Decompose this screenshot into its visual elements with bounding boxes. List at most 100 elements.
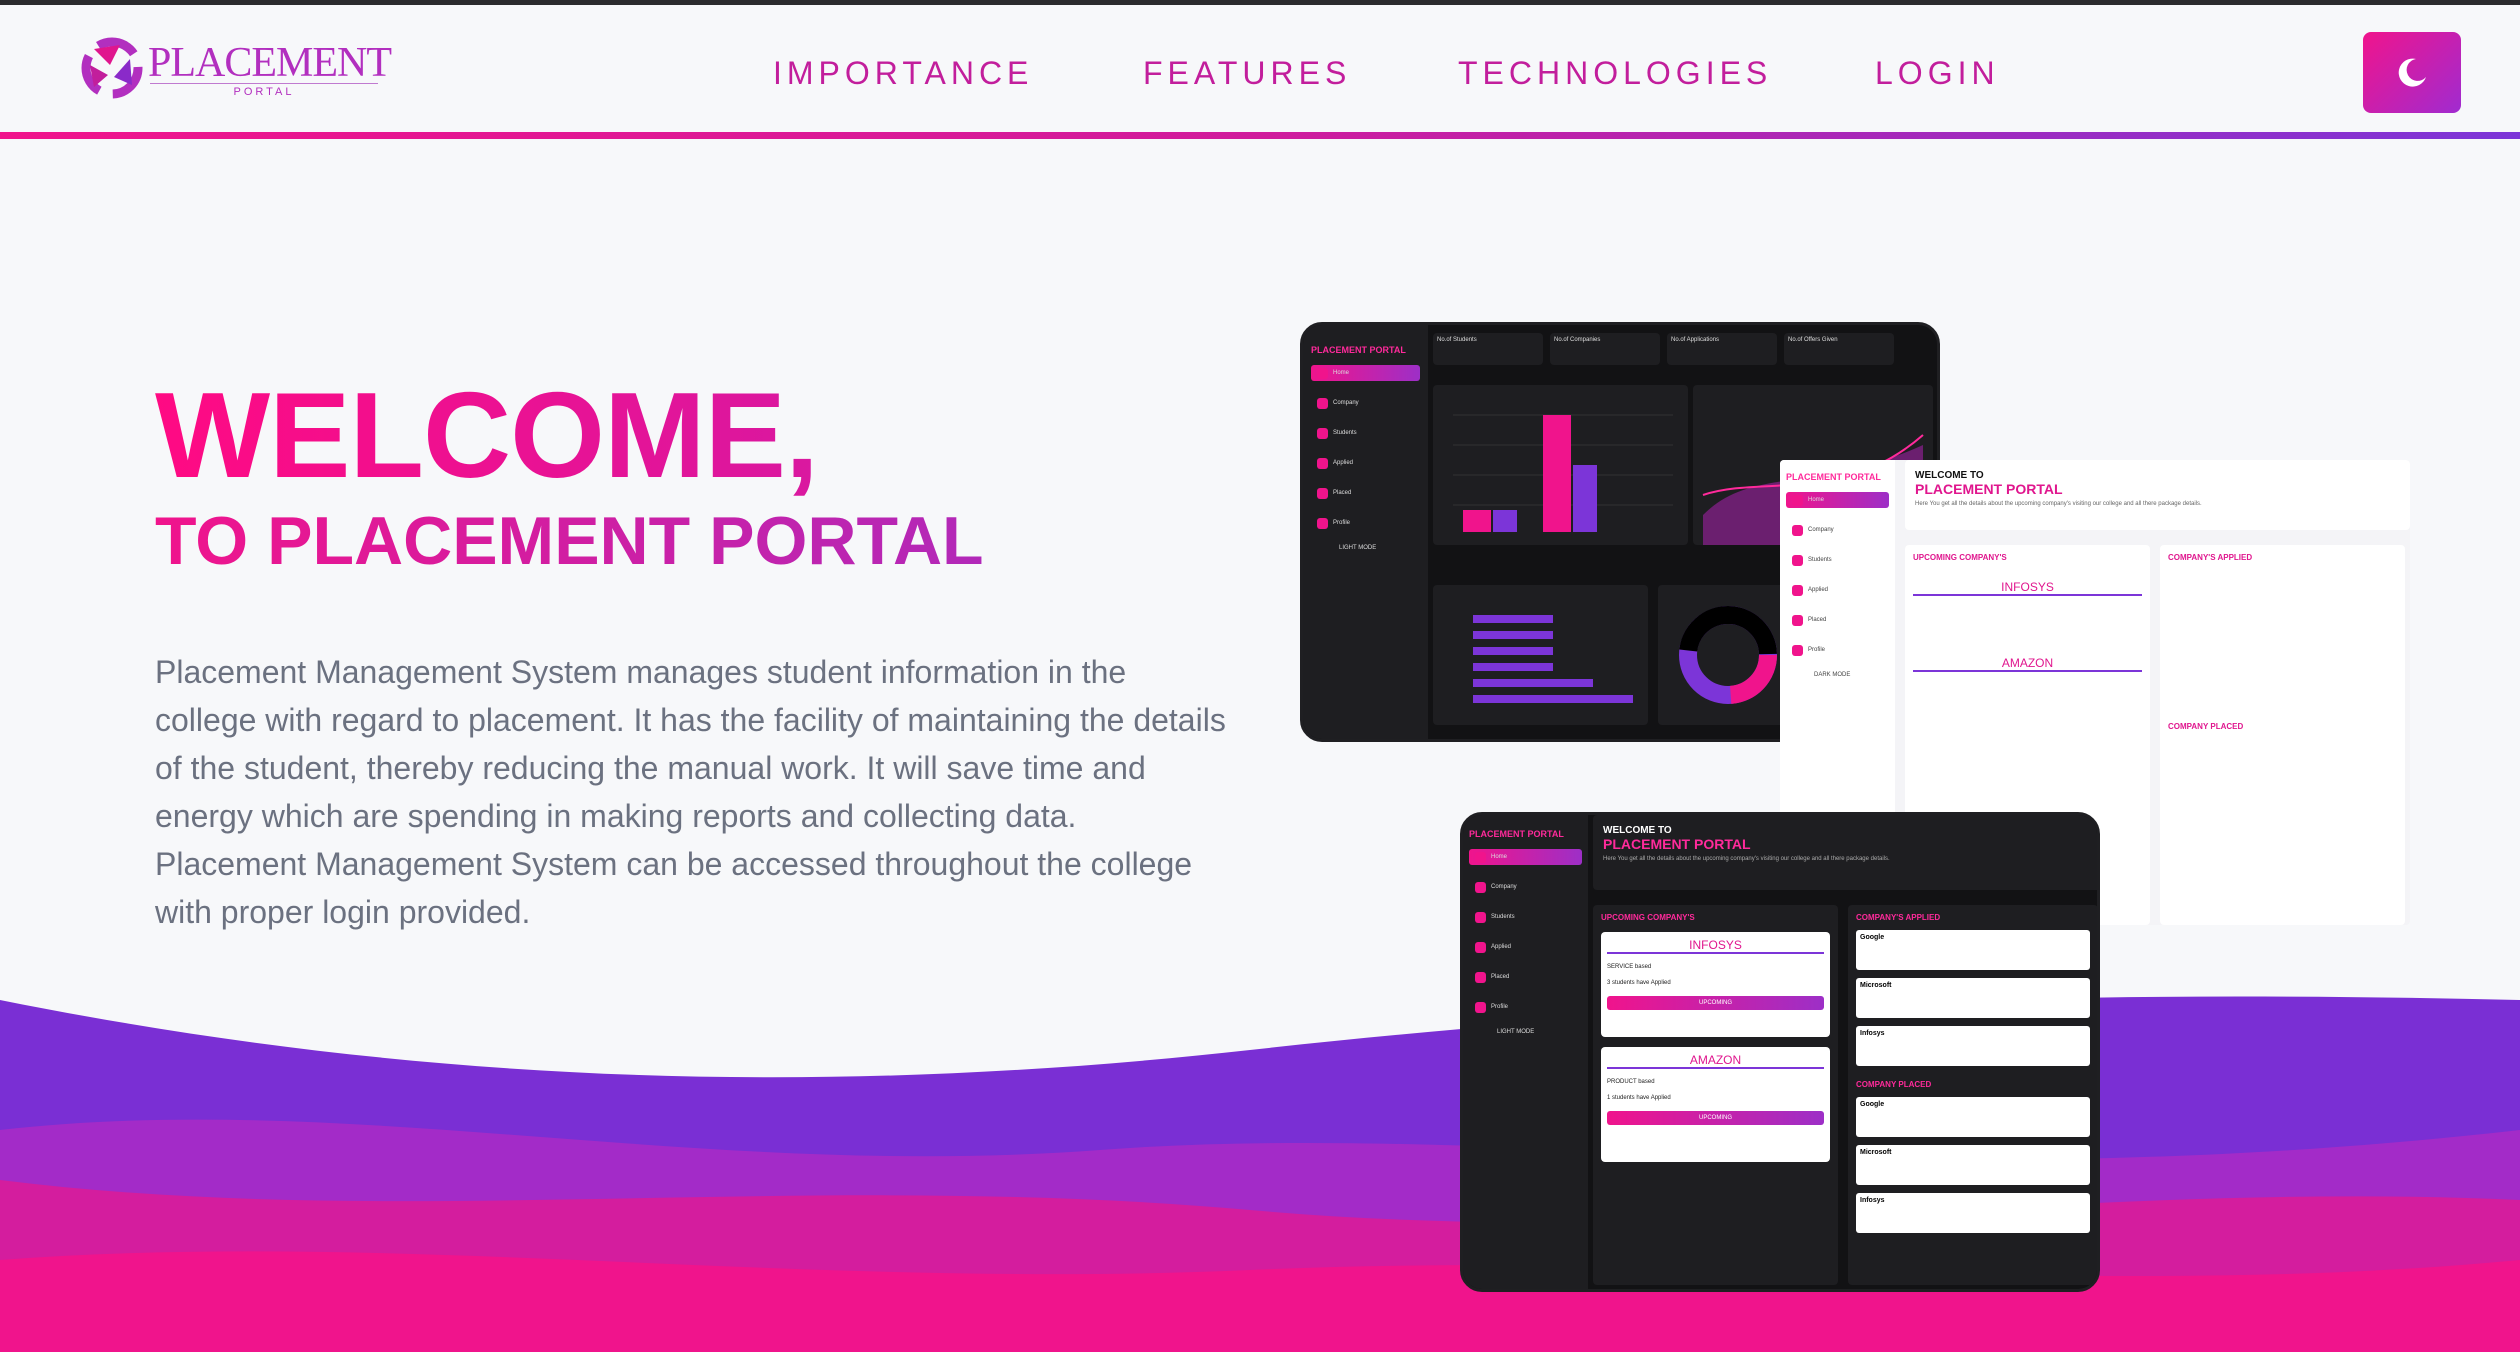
- preview-dark-item-company: Company: [1469, 879, 1582, 895]
- upcoming-button[interactable]: UPCOMING: [1607, 1111, 1824, 1125]
- preview-light-item-placed: Placed: [1786, 612, 1889, 628]
- preview-light-item-profile: Profile: [1786, 642, 1889, 658]
- bar-chart-panel: [1433, 385, 1688, 545]
- company-type: SERVICE based: [1607, 964, 1652, 970]
- nav-login[interactable]: LOGIN: [1875, 55, 2000, 92]
- preview-dark-item-placed: Placed: [1469, 969, 1582, 985]
- preview-item-company: Company: [1311, 395, 1420, 411]
- nav-underline: [0, 132, 2520, 139]
- placed-card: Google: [1856, 1097, 2090, 1137]
- home-preview-dark: PLACEMENT PORTAL Home Company Students A…: [1460, 812, 2100, 1292]
- company-name: INFOSYS: [1607, 938, 1824, 954]
- stat-companies: No.of Companies: [1550, 333, 1660, 365]
- logo-icon: [81, 37, 143, 99]
- hero-section: WELCOME, TO PLACEMENT PORTAL Placement M…: [155, 370, 1255, 936]
- preview-light-sidebar-title: PLACEMENT PORTAL: [1786, 472, 1881, 482]
- nav-features[interactable]: FEATURES: [1143, 55, 1351, 92]
- dark-applied-panel: COMPANY'S APPLIED Google Microsoft Infos…: [1848, 905, 2097, 1285]
- placed-card: Microsoft: [1856, 1145, 2090, 1185]
- preview-dark-light-mode: LIGHT MODE: [1497, 1029, 1535, 1035]
- placed-icon: [1475, 971, 1486, 983]
- applied-heading: COMPANY'S APPLIED: [2168, 553, 2253, 562]
- students-icon: [1475, 911, 1486, 923]
- navbar: PLACEMENT PORTAL IMPORTANCE FEATURES TEC…: [0, 5, 2520, 133]
- hero-description: Placement Management System manages stud…: [155, 654, 1226, 930]
- company-card: AMAZON PRODUCT based 1 students have App…: [1601, 1047, 1830, 1162]
- placed-heading: COMPANY PLACED: [2168, 722, 2244, 731]
- brand-sub: PORTAL: [150, 83, 378, 98]
- company-applied: 3 students have Applied: [1607, 980, 1671, 986]
- students-icon: [1792, 554, 1803, 566]
- preview-dark-item-home: Home: [1469, 849, 1582, 865]
- company-name: AMAZON: [1607, 1053, 1824, 1069]
- welcome-banner: WELCOME TO PLACEMENT PORTAL Here You get…: [1905, 460, 2410, 530]
- profile-icon: [1792, 644, 1803, 656]
- hero-title: WELCOME,: [155, 370, 1255, 500]
- preview-dark-item-students: Students: [1469, 909, 1582, 925]
- home-icon: [1317, 367, 1328, 379]
- donut-chart-panel: [1658, 585, 1798, 725]
- stat-students: No.of Students: [1433, 333, 1543, 365]
- dark-welcome-banner: WELCOME TO PLACEMENT PORTAL Here You get…: [1593, 815, 2097, 890]
- preview-sidebar-title: PLACEMENT PORTAL: [1311, 345, 1406, 355]
- portal-text: PLACEMENT PORTAL: [1915, 481, 2063, 497]
- horizontal-bar-panel: [1433, 585, 1648, 725]
- students-icon: [1317, 427, 1328, 439]
- preview-dark-item-profile: Profile: [1469, 999, 1582, 1015]
- dark-portal-text: PLACEMENT PORTAL: [1603, 836, 1751, 852]
- dark-placed-heading: COMPANY PLACED: [1856, 1080, 1932, 1089]
- placed-card: Infosys: [1856, 1193, 2090, 1233]
- preview-light-item-applied: Applied: [1786, 582, 1889, 598]
- applied-card: Google: [1856, 930, 2090, 970]
- upcoming-button[interactable]: UPCOMING: [1607, 996, 1824, 1010]
- moon-icon: [2398, 58, 2426, 87]
- bar-chart-graphic: [1453, 414, 1673, 532]
- profile-icon: [1475, 1001, 1486, 1013]
- preview-light-mode: LIGHT MODE: [1339, 545, 1377, 551]
- theme-toggle-button[interactable]: [2363, 32, 2461, 113]
- nav-importance[interactable]: IMPORTANCE: [773, 55, 1033, 92]
- company-name: AMAZON: [1913, 656, 2142, 672]
- dark-applied-heading: COMPANY'S APPLIED: [1856, 913, 1941, 922]
- preview-item-home: Home: [1311, 365, 1420, 381]
- applied-panel: COMPANY'S APPLIED COMPANY PLACED: [2160, 545, 2405, 925]
- applied-card: Infosys: [1856, 1026, 2090, 1066]
- home-icon: [1792, 494, 1803, 506]
- brand-name: PLACEMENT: [148, 40, 392, 86]
- company-applied: 1 students have Applied: [1607, 1095, 1671, 1101]
- company-name: INFOSYS: [1913, 580, 2142, 596]
- preview-dark-sidebar: PLACEMENT PORTAL Home Company Students A…: [1463, 815, 1588, 1289]
- company-icon: [1792, 524, 1803, 536]
- nav-technologies[interactable]: TECHNOLOGIES: [1458, 55, 1772, 92]
- preview-light-item-home: Home: [1786, 492, 1889, 508]
- company-type: PRODUCT based: [1607, 1079, 1655, 1085]
- company-card: INFOSYS SERVICE based 3 students have Ap…: [1601, 932, 1830, 1037]
- preview-sidebar: PLACEMENT PORTAL Home Company Students A…: [1303, 325, 1428, 739]
- preview-dark-mode: DARK MODE: [1814, 672, 1851, 678]
- preview-light-item-students: Students: [1786, 552, 1889, 568]
- placed-icon: [1317, 487, 1328, 499]
- preview-item-applied: Applied: [1311, 455, 1420, 471]
- horizontal-bar-graphic: [1473, 615, 1633, 703]
- dark-upcoming-heading: UPCOMING COMPANY'S: [1601, 913, 1695, 922]
- intro-text: Here You get all the details about the u…: [1915, 501, 2202, 507]
- dark-intro-text: Here You get all the details about the u…: [1603, 856, 1890, 862]
- brand-logo[interactable]: PLACEMENT PORTAL: [80, 35, 392, 101]
- applied-icon: [1792, 584, 1803, 596]
- donut-chart-graphic: [1679, 606, 1777, 704]
- placed-icon: [1792, 614, 1803, 626]
- background-waves: [0, 996, 2520, 1352]
- preview-dark-sidebar-title: PLACEMENT PORTAL: [1469, 829, 1564, 839]
- preview-item-placed: Placed: [1311, 485, 1420, 501]
- company-icon: [1475, 881, 1486, 893]
- welcome-text: WELCOME TO: [1915, 470, 1984, 481]
- applied-card: Microsoft: [1856, 978, 2090, 1018]
- preview-dark-item-applied: Applied: [1469, 939, 1582, 955]
- preview-light-item-company: Company: [1786, 522, 1889, 538]
- applied-icon: [1475, 941, 1486, 953]
- preview-item-profile: Profile: [1311, 515, 1420, 531]
- preview-item-students: Students: [1311, 425, 1420, 441]
- upcoming-heading: UPCOMING COMPANY'S: [1913, 553, 2007, 562]
- dark-welcome-text: WELCOME TO: [1603, 825, 1672, 836]
- home-icon: [1475, 851, 1486, 863]
